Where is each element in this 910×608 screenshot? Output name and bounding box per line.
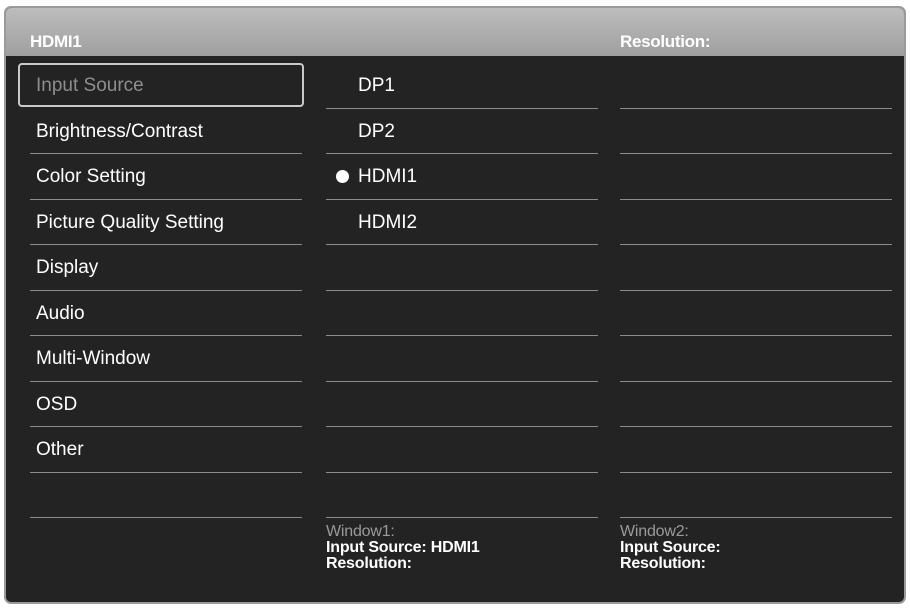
source-empty-row [326,427,598,473]
menu-item-input-source[interactable]: Input Source [18,63,304,107]
source-label: DP2 [358,120,395,142]
menu-item-multi-window[interactable]: Multi-Window [30,336,302,382]
resolution-empty-row [620,200,892,245]
menu-item-color-setting[interactable]: Color Setting [30,154,302,200]
menu-item-label: Other [36,439,84,460]
resolution-empty-row [620,382,892,427]
selected-dot-icon [336,170,349,183]
current-input-title: HDMI1 [30,32,82,51]
source-option-hdmi1[interactable]: HDMI1 [326,154,598,200]
menu-item-label: OSD [36,393,78,415]
window2-info: Window2: Input Source: Resolution: [620,524,721,572]
resolution-empty-row [620,427,892,473]
window1-label: Window1: [326,523,395,540]
menu-item-brightness-contrast[interactable]: Brightness/Contrast [30,109,302,154]
resolution-empty-row [620,109,892,154]
source-empty-row [326,245,598,291]
main-menu: Input Source Brightness/Contrast Color S… [18,63,304,518]
menu-item-label: Input Source [36,75,144,96]
resolution-header-label: Resolution: [620,32,711,51]
source-label: DP1 [358,75,395,96]
menu-item-label: Color Setting [36,166,146,187]
resolution-empty-row [620,245,892,291]
osd-window: HDMI1 Resolution: Input Source Brightnes… [4,6,906,604]
window1-input-source: Input Source: HDMI1 [326,539,480,556]
source-label: HDMI1 [358,166,418,187]
menu-item-label: Display [36,257,99,278]
osd-header: HDMI1 Resolution: [6,8,904,56]
window1-info: Window1: Input Source: HDMI1 Resolution: [326,524,480,572]
source-empty-row [326,336,598,382]
source-option-hdmi2[interactable]: HDMI2 [326,200,598,245]
resolution-empty-row [620,291,892,336]
menu-item-picture-quality-setting[interactable]: Picture Quality Setting [30,200,302,245]
window2-label: Window2: [620,523,689,540]
resolution-list [620,63,892,518]
source-list: DP1 DP2 HDMI1 HDMI2 [326,63,598,518]
menu-item-audio[interactable]: Audio [30,291,302,336]
menu-item-other[interactable]: Other [30,427,302,473]
resolution-empty-row [620,154,892,200]
source-label: HDMI2 [358,211,418,233]
source-option-dp1[interactable]: DP1 [326,63,598,109]
menu-item-label: Audio [36,302,85,324]
resolution-empty-row [620,63,892,109]
source-option-dp2[interactable]: DP2 [326,109,598,154]
menu-item-osd[interactable]: OSD [30,382,302,427]
window2-resolution: Resolution: [620,555,706,572]
source-empty-row [326,382,598,427]
menu-item-label: Brightness/Contrast [36,120,203,142]
menu-item-empty [30,473,302,518]
menu-item-display[interactable]: Display [30,245,302,291]
window2-input-source: Input Source: [620,539,721,556]
source-empty-row [326,291,598,336]
window1-resolution: Resolution: [326,555,412,572]
resolution-empty-row [620,336,892,382]
source-empty-row [326,473,598,518]
menu-item-label: Picture Quality Setting [36,211,224,233]
menu-item-label: Multi-Window [36,348,151,369]
resolution-empty-row [620,473,892,518]
